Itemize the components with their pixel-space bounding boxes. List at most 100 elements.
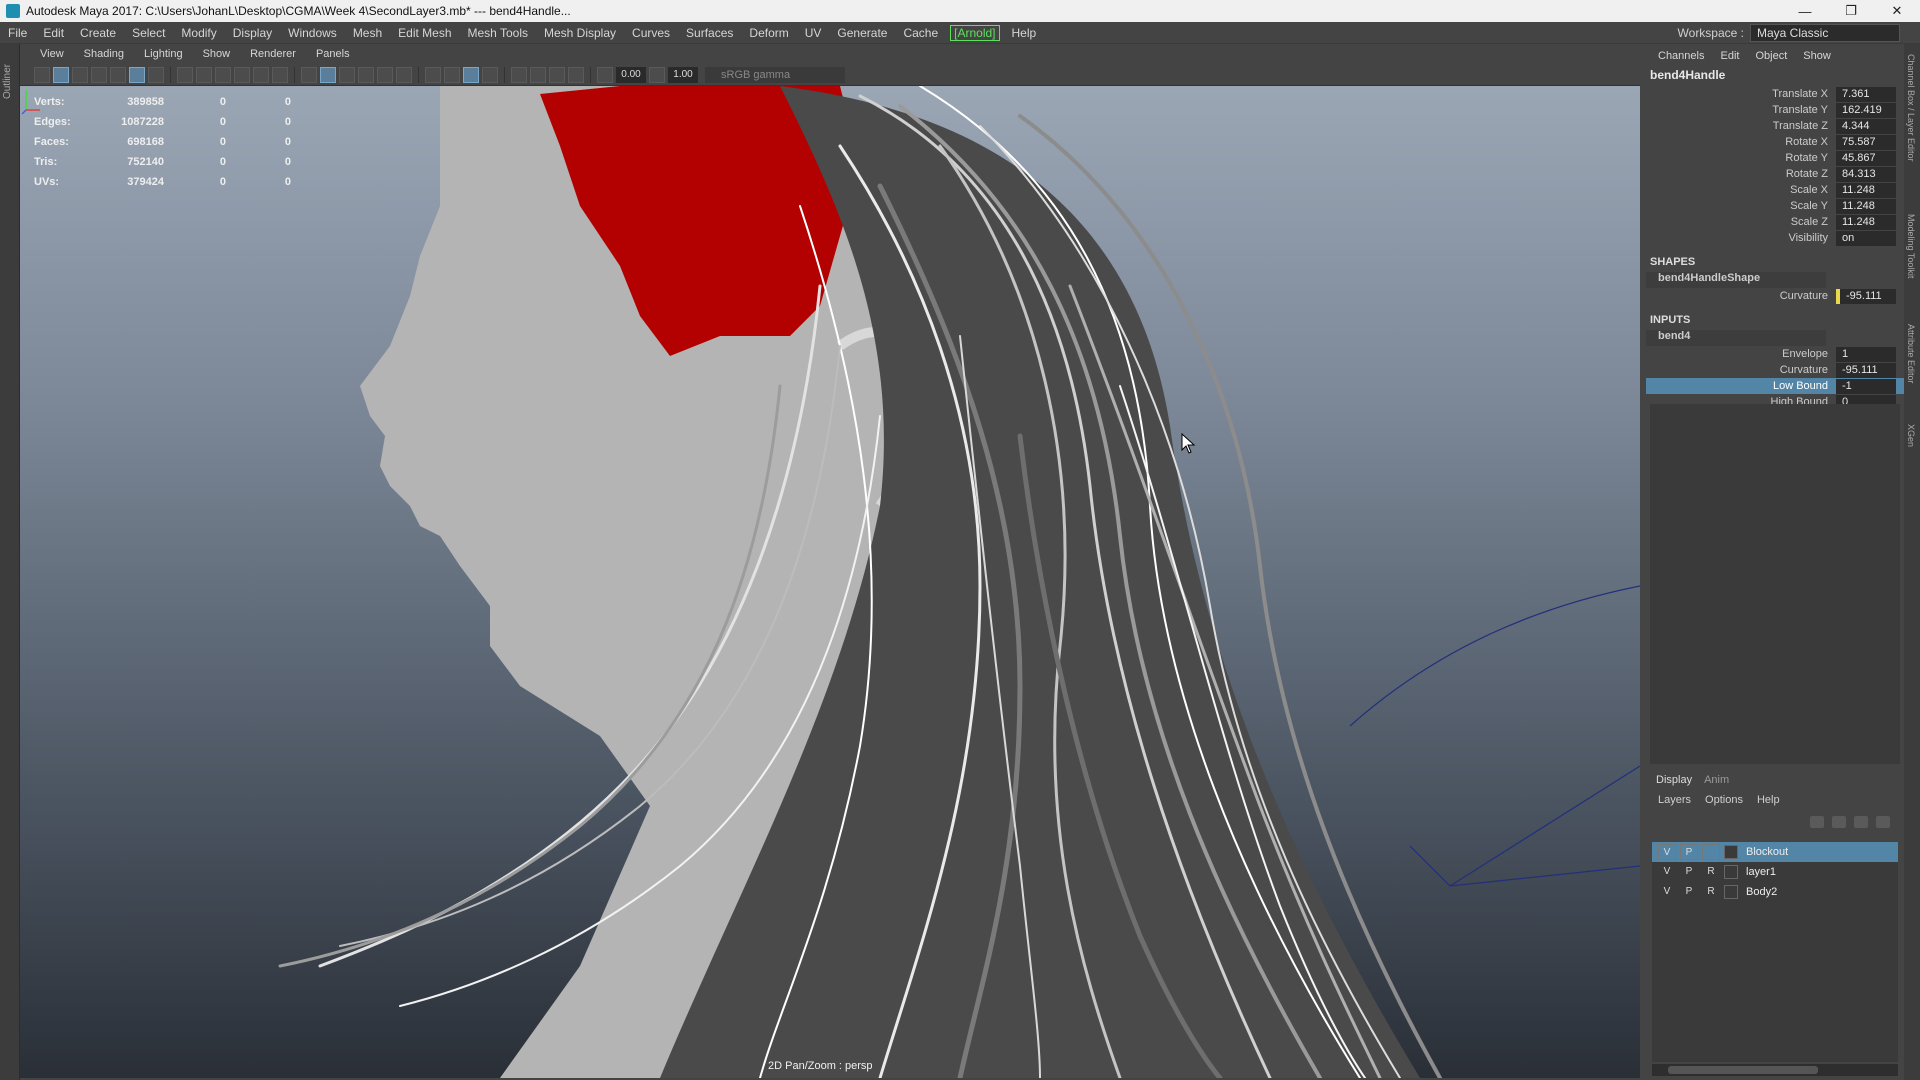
image-plane-icon[interactable] [91,66,107,83]
layer-name[interactable]: Blockout [1742,846,1788,858]
attr-scale-x[interactable]: Scale X 11.248 [1646,182,1904,198]
attr-value-field[interactable]: 1 [1836,346,1896,362]
attr-rotate-z[interactable]: Rotate Z 84.313 [1646,166,1904,182]
xray-active-icon[interactable] [549,66,565,83]
cb-menu-edit[interactable]: Edit [1714,50,1745,62]
attr-curvature[interactable]: Curvature -95.111 [1646,362,1904,378]
cb-menu-channels[interactable]: Channels [1652,50,1710,62]
outliner-tab-strip[interactable]: Outliner [0,44,20,1080]
new-layer-from-selection-icon[interactable] [1876,816,1890,828]
panel-menu-view[interactable]: View [32,48,72,60]
attr-translate-x[interactable]: Translate X 7.361 [1646,86,1904,102]
gamma-icon[interactable] [649,66,665,83]
new-layer-icon[interactable] [1854,816,1868,828]
menu-mesh[interactable]: Mesh [345,26,390,40]
menu-mesh-tools[interactable]: Mesh Tools [460,26,536,40]
layer-playback-toggle[interactable]: P [1680,864,1698,880]
layer-row-blockout[interactable]: V P Blockout [1652,842,1898,862]
menu-curves[interactable]: Curves [624,26,678,40]
menu-arnold[interactable]: [Arnold] [950,24,1000,41]
shadows-icon[interactable] [396,66,412,83]
attr-value-field[interactable]: 162.419 [1836,102,1896,118]
layer-visibility-toggle[interactable]: V [1658,864,1676,880]
tab-attribute-editor[interactable]: Attribute Editor [1906,324,1916,384]
attr-scale-y[interactable]: Scale Y 11.248 [1646,198,1904,214]
move-layer-up-icon[interactable] [1810,816,1824,828]
attr-rotate-x[interactable]: Rotate X 75.587 [1646,134,1904,150]
object-name[interactable]: bend4Handle [1646,68,1904,86]
attr-value-field[interactable]: -95.111 [1836,288,1896,304]
menu-cache[interactable]: Cache [895,26,946,40]
menu-surfaces[interactable]: Surfaces [678,26,741,40]
textured-icon[interactable] [358,66,374,83]
attr-shape-curvature[interactable]: Curvature -95.111 [1646,288,1904,304]
film-gate-icon[interactable] [177,66,193,83]
attr-translate-z[interactable]: Translate Z 4.344 [1646,118,1904,134]
shape-node-name[interactable]: bend4HandleShape [1646,272,1826,288]
tab-channel-box-layer-editor[interactable]: Channel Box / Layer Editor [1906,54,1916,162]
panel-menu-shading[interactable]: Shading [76,48,132,60]
menu-uv[interactable]: UV [797,26,830,40]
wireframe-icon[interactable] [301,66,317,83]
menu-edit[interactable]: Edit [35,26,72,40]
close-button[interactable]: ✕ [1874,0,1920,22]
tab-xgen[interactable]: XGen [1906,424,1916,447]
layer-playback-toggle[interactable]: P [1680,844,1698,860]
cb-menu-object[interactable]: Object [1749,50,1793,62]
menu-display[interactable]: Display [225,26,280,40]
safe-title-icon[interactable] [272,66,288,83]
attr-rotate-y[interactable]: Rotate Y 45.867 [1646,150,1904,166]
attr-value-field[interactable]: 75.587 [1836,134,1896,150]
3d-viewport[interactable]: Verts: 389858 0 0 Edges: 1087228 0 0 Fac… [20,86,1640,1078]
move-layer-down-icon[interactable] [1832,816,1846,828]
input-node-name[interactable]: bend4 [1646,330,1826,346]
minimize-button[interactable]: — [1782,0,1828,22]
camera-attributes-icon[interactable] [53,66,69,83]
smooth-shade-icon[interactable] [320,66,336,83]
grease-pencil-icon[interactable] [129,66,145,83]
menu-modify[interactable]: Modify [173,26,224,40]
workspace-dropdown[interactable]: Maya Classic [1750,24,1900,42]
select-camera-icon[interactable] [34,66,50,83]
resolution-gate-icon[interactable] [196,66,212,83]
attr-value-field[interactable]: -95.111 [1836,362,1896,378]
menu-create[interactable]: Create [72,26,124,40]
layer-list-scrollbar[interactable] [1652,1064,1898,1076]
screen-space-ao-icon[interactable] [425,66,441,83]
tab-anim[interactable]: Anim [1704,774,1729,786]
xray-joints-icon[interactable] [568,66,584,83]
layer-name[interactable]: layer1 [1742,866,1776,878]
menu-generate[interactable]: Generate [829,26,895,40]
layer-menu-options[interactable]: Options [1705,794,1743,806]
layer-display-type-toggle[interactable]: R [1702,864,1720,880]
layer-row-layer1[interactable]: V P R layer1 [1652,862,1898,882]
panel-menu-lighting[interactable]: Lighting [136,48,191,60]
wireframe-on-shaded-icon[interactable] [339,66,355,83]
menu-edit-mesh[interactable]: Edit Mesh [390,26,459,40]
panel-menu-show[interactable]: Show [195,48,239,60]
color-space-dropdown[interactable]: sRGB gamma [705,66,845,83]
gamma-field[interactable]: 1.00 [668,66,698,83]
attr-value-field[interactable]: 4.344 [1836,118,1896,134]
tab-modeling-toolkit[interactable]: Modeling Toolkit [1906,214,1916,278]
menu-windows[interactable]: Windows [280,26,345,40]
gate-mask-icon[interactable] [215,66,231,83]
layer-row-body2[interactable]: V P R Body2 [1652,882,1898,902]
attr-translate-y[interactable]: Translate Y 162.419 [1646,102,1904,118]
attr-envelope[interactable]: Envelope 1 [1646,346,1904,362]
layer-playback-toggle[interactable]: P [1680,884,1698,900]
menu-deform[interactable]: Deform [741,26,796,40]
cb-menu-show[interactable]: Show [1797,50,1837,62]
layer-menu-help[interactable]: Help [1757,794,1780,806]
attr-value-field[interactable]: -1 [1836,378,1896,394]
attr-value-field[interactable]: 11.248 [1836,198,1896,214]
menu-select[interactable]: Select [124,26,173,40]
menu-file[interactable]: File [0,26,35,40]
depth-of-field-icon[interactable] [482,66,498,83]
layer-menu-layers[interactable]: Layers [1658,794,1691,806]
attr-low-bound[interactable]: Low Bound -1 [1646,378,1904,394]
field-chart-icon[interactable] [234,66,250,83]
bookmark-icon[interactable] [72,66,88,83]
layer-display-type-toggle[interactable]: R [1702,884,1720,900]
layer-color-swatch[interactable] [1724,865,1738,879]
